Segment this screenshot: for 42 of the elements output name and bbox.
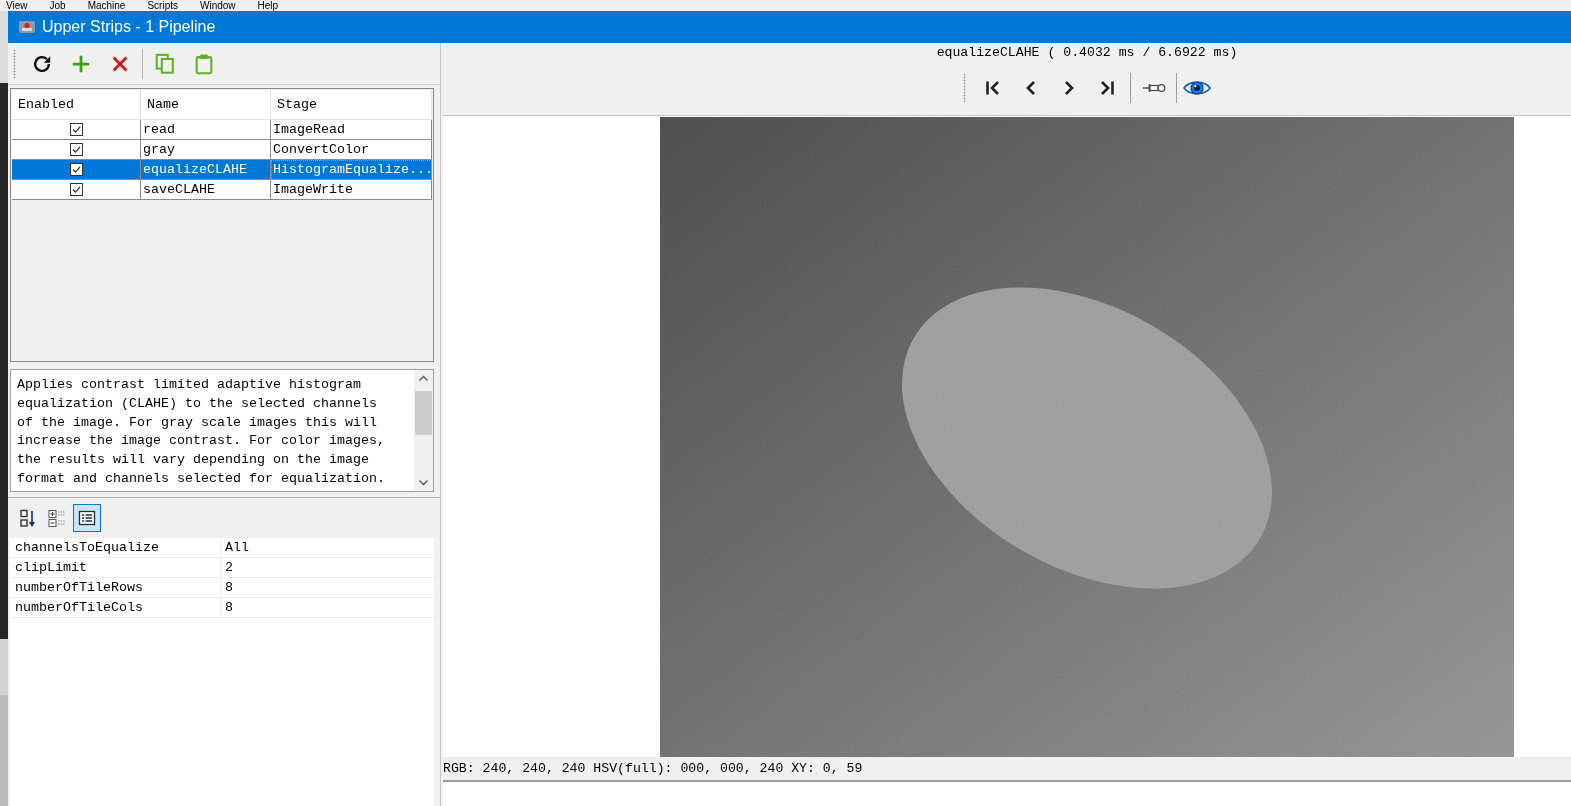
scrollbar[interactable] xyxy=(414,370,433,491)
pixel-info-text: RGB: 240, 240, 240 HSV(full): 000, 000, 240 XY: 0, 59 xyxy=(443,760,863,776)
property-name: numberOfTileRows xyxy=(14,579,144,597)
toolbar-grip[interactable] xyxy=(13,48,16,79)
property-name: numberOfTileCols xyxy=(14,599,144,617)
menu-item[interactable]: View xyxy=(6,0,28,11)
menu-item[interactable]: Machine xyxy=(87,0,126,11)
sort-icon xyxy=(18,508,36,528)
stage-timing-text: equalizeCLAHE ( 0.4032 ms / 6.6922 ms) xyxy=(936,44,1238,62)
first-stage-icon[interactable] xyxy=(984,79,1002,97)
property-value[interactable]: 2 xyxy=(220,558,428,577)
menu-item[interactable]: Scripts xyxy=(147,0,178,11)
menu-item[interactable]: Window xyxy=(200,0,236,11)
table-cell: ImageWrite xyxy=(271,180,432,200)
property-value[interactable]: All xyxy=(220,538,428,557)
table-row[interactable]: gray ConvertColor xyxy=(12,140,432,160)
list-view-button[interactable] xyxy=(73,504,101,532)
property-name: clipLimit xyxy=(14,559,88,577)
table-cell: saveCLAHE xyxy=(141,180,271,200)
scrollbar-thumb[interactable] xyxy=(415,391,432,435)
menu-item[interactable]: Job xyxy=(49,0,66,11)
property-value[interactable]: 8 xyxy=(220,598,428,617)
categorized-icon xyxy=(48,508,66,528)
property-name: channelsToEqualize xyxy=(14,539,160,557)
app-icon xyxy=(18,18,36,36)
checkbox[interactable] xyxy=(69,163,83,176)
table-row[interactable]: read ImageRead xyxy=(12,120,432,140)
clipboard-icon[interactable] xyxy=(193,52,215,75)
last-stage-icon[interactable] xyxy=(1098,79,1116,97)
checkbox[interactable] xyxy=(69,143,83,156)
table-row[interactable]: equalizeCLAHE HistogramEqualize... xyxy=(12,160,432,180)
checkbox[interactable] xyxy=(69,123,83,136)
checkbox[interactable] xyxy=(69,183,83,196)
table-row[interactable]: saveCLAHE ImageWrite xyxy=(12,180,432,200)
toolbar-grip[interactable] xyxy=(963,73,966,103)
pushpin-icon[interactable] xyxy=(1142,81,1166,95)
property-value[interactable]: 8 xyxy=(220,578,428,597)
window-title: Upper Strips - 1 Pipeline xyxy=(42,17,216,37)
menu-item[interactable]: Help xyxy=(257,0,279,11)
list-icon xyxy=(78,508,96,528)
eye-icon[interactable] xyxy=(1183,79,1211,97)
description-text: Applies contrast limited adaptive histogram equalization (CLAHE) to the selected channels of the image. For gray scale images this will increase the image contrast. For color images, the results will vary depending on the image format and channels selected for equalization. xyxy=(16,376,386,488)
